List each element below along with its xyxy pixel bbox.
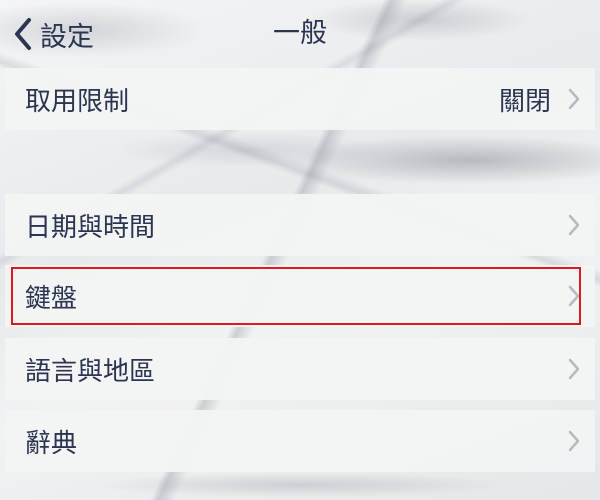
cell-value: 關閉 bbox=[498, 86, 551, 117]
cell-label: 取用限制 bbox=[25, 86, 130, 117]
cell-date-time[interactable]: 日期與時間 bbox=[5, 194, 595, 256]
cell-dictionary[interactable]: 辭典 bbox=[5, 410, 595, 472]
chevron-right-icon bbox=[568, 430, 580, 452]
cell-label: 日期與時間 bbox=[25, 212, 156, 243]
cell-label: 鍵盤 bbox=[25, 283, 78, 314]
cell-keyboard[interactable]: 鍵盤 bbox=[5, 265, 595, 327]
page-title: 一般 bbox=[273, 18, 327, 49]
navigation-bar: 設定 一般 bbox=[0, 0, 600, 66]
chevron-right-icon bbox=[568, 214, 580, 236]
chevron-right-icon bbox=[568, 358, 580, 380]
chevron-right-icon bbox=[568, 88, 580, 110]
cell-restrictions[interactable]: 取用限制 關閉 bbox=[5, 68, 595, 130]
cell-label: 語言與地區 bbox=[25, 356, 156, 387]
chevron-right-icon bbox=[568, 285, 580, 307]
cell-language-region[interactable]: 語言與地區 bbox=[5, 338, 595, 400]
cell-label: 辭典 bbox=[25, 428, 78, 459]
